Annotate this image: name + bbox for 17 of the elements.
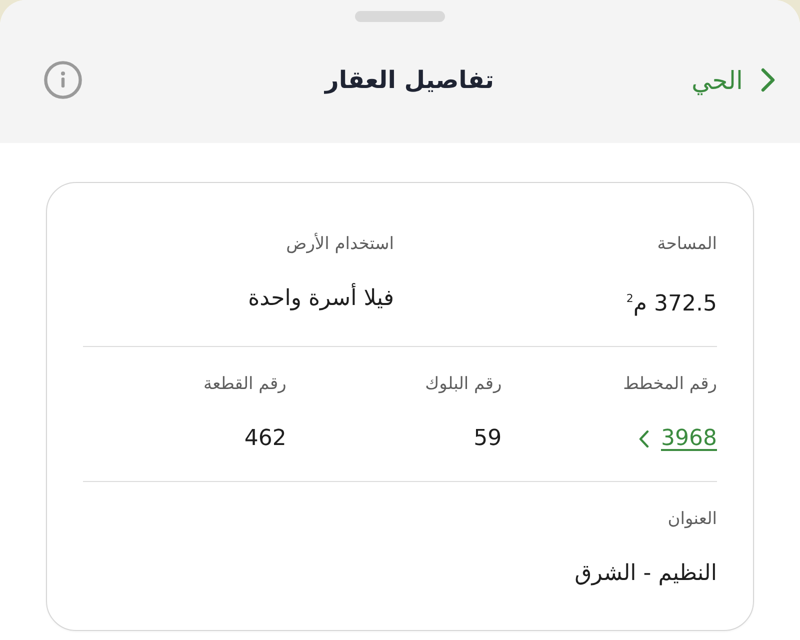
field-label: رقم القطعة (204, 373, 286, 396)
chevron-icon (761, 68, 775, 92)
field-value: 59 (474, 425, 502, 454)
chevron-icon (639, 430, 649, 448)
back-button[interactable]: الحي (691, 66, 775, 94)
plan-number-link[interactable]: 3968 (639, 423, 717, 456)
field-value: النظيم - الشرق (574, 560, 717, 588)
field-value: فيلا أسرة واحدة (248, 283, 394, 315)
field-value: 462 (244, 425, 286, 454)
field-label: المساحة (657, 233, 717, 256)
info-icon[interactable] (44, 61, 82, 99)
page-title: تفاصيل العقار (325, 66, 494, 94)
field-label: استخدام الأرض (286, 232, 394, 256)
field-label: رقم المخطط (623, 373, 717, 396)
field-label: رقم البلوك (425, 373, 502, 396)
drag-handle[interactable] (355, 11, 445, 22)
field-label: العنوان (668, 508, 717, 532)
